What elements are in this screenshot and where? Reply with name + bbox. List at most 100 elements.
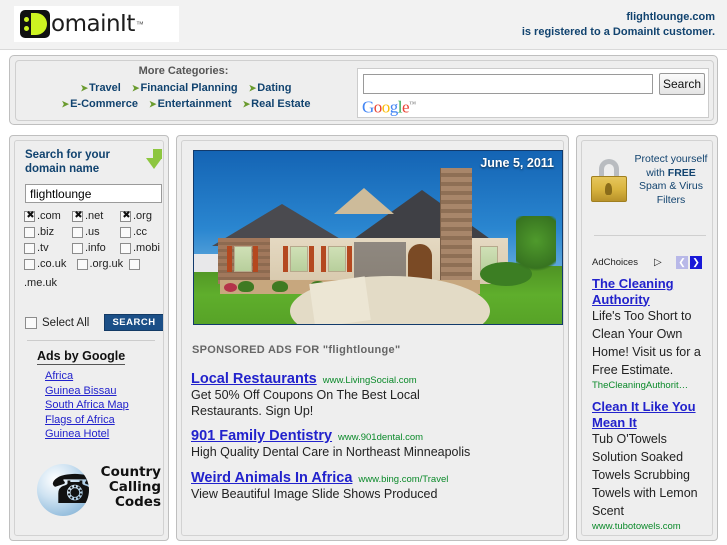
ccc-banner-text: free directory lookup!	[39, 535, 163, 536]
select-all-label: Select All	[42, 317, 90, 329]
domain-search-button[interactable]: SEARCH	[104, 314, 163, 331]
sidebar-ad-url: www.tubotowels.com	[592, 521, 681, 532]
tld-option-org[interactable]: .org	[120, 209, 163, 222]
tld-label: .mobi	[133, 242, 160, 254]
tld-option-net[interactable]: .net	[72, 209, 120, 222]
photo-shutter	[309, 246, 314, 272]
tld-option-me-uk-checkbox[interactable]	[129, 258, 163, 270]
category-link-e-commerce[interactable]: ➤E-Commerce	[62, 98, 138, 110]
checkbox-cc[interactable]	[120, 226, 131, 238]
checkbox-mobi[interactable]	[120, 242, 131, 254]
category-link-travel[interactable]: ➤Travel	[81, 82, 121, 94]
domain-name: flightlounge.com	[626, 11, 715, 23]
sidebar-ad[interactable]: Clean It Like You Mean It Tub O'Towels S…	[592, 399, 712, 532]
sponsored-ad-title[interactable]: Weird Animals In Africa	[191, 470, 352, 486]
sponsored-ad[interactable]: Local Restaurants www.LivingSocial.com G…	[191, 371, 561, 419]
checkbox-us[interactable]	[72, 226, 83, 238]
sidebar-ad-url: TheCleaningAuthorit…	[592, 380, 689, 391]
sponsored-ad-url: www.bing.com/Travel	[358, 473, 449, 485]
checkbox-tv[interactable]	[24, 242, 35, 254]
sidebar-ad-title[interactable]: The Cleaning Authority	[592, 276, 712, 307]
tld-label: .co.uk	[37, 258, 67, 270]
sponsored-ad-url: www.901dental.com	[338, 432, 424, 443]
ad-link-south-africa-map[interactable]: South Africa Map	[45, 398, 129, 413]
adchoices-bar: AdChoices ▷ ❮ ❯	[592, 256, 712, 270]
featured-house-photo: June 5, 2011	[193, 150, 563, 325]
prev-ad-button[interactable]: ❮	[676, 256, 688, 269]
sponsored-ad-title[interactable]: 901 Family Dentistry	[191, 428, 332, 444]
divider	[27, 340, 155, 341]
photo-flowers	[224, 283, 237, 292]
category-link-dating[interactable]: ➤Dating	[249, 82, 292, 94]
select-all-option[interactable]: Select All	[25, 317, 89, 329]
checkbox-net[interactable]	[72, 209, 84, 222]
lock-ad-line-2: with FREE	[630, 167, 712, 181]
google-letter: e	[402, 97, 410, 117]
sponsored-ad-title[interactable]: Local Restaurants	[191, 371, 317, 387]
ccc-line-2: Calling	[108, 479, 161, 495]
photo-tree	[516, 216, 556, 278]
padlock-icon	[590, 159, 628, 203]
sponsored-ad-description: View Beautiful Image Slide Shows Produce…	[191, 486, 438, 501]
domain-name-input[interactable]	[25, 184, 162, 203]
spam-virus-filter-ad[interactable]: Protect yourself with FREE Spam & Virus …	[588, 149, 712, 219]
next-ad-button[interactable]: ❯	[690, 256, 702, 269]
checkbox-co-uk[interactable]	[24, 258, 35, 270]
checkbox-org-uk[interactable]	[76, 258, 88, 270]
ad-link-guinea-hotel[interactable]: Guinea Hotel	[45, 427, 129, 442]
sidebar-ad-title[interactable]: Clean It Like You Mean It	[592, 399, 712, 430]
tld-option-biz[interactable]: .biz	[24, 226, 72, 238]
photo-dormer	[334, 188, 394, 214]
photo-shutter	[321, 246, 326, 272]
checkbox-biz[interactable]	[24, 226, 35, 238]
content-columns: Search for your domain name .com .net .o…	[0, 131, 727, 545]
lock-ad-with: with	[646, 166, 668, 179]
checkbox-me-uk[interactable]	[129, 258, 140, 270]
checkbox-org[interactable]	[120, 209, 132, 222]
ccc-line-1: Country	[100, 464, 161, 480]
main-content-panel: June 5, 2011 SPONSORED ADS FOR "flightlo…	[176, 135, 569, 541]
lock-ad-line-4: Filters	[656, 193, 686, 206]
sponsored-ad[interactable]: Weird Animals In Africa www.bing.com/Tra…	[191, 470, 561, 503]
checkbox-info[interactable]	[72, 242, 83, 254]
adchoices-icon[interactable]: ▷	[654, 257, 662, 268]
category-links: ➤Travel ➤Financial Planning ➤Dating ➤E-C…	[16, 80, 356, 112]
google-search-button[interactable]: Search	[659, 73, 705, 95]
globe-phone-icon: ☎	[37, 464, 89, 516]
category-link-real-estate[interactable]: ➤Real Estate	[243, 98, 311, 110]
tld-option-us[interactable]: .us	[72, 226, 120, 238]
sidebar-ad[interactable]: The Cleaning Authority Life's Too Short …	[592, 276, 712, 391]
tld-label: .tv	[37, 242, 49, 254]
ad-link-africa[interactable]: Africa	[45, 369, 129, 384]
category-label: E-Commerce	[70, 98, 138, 110]
tld-option-org-uk[interactable]: .org.uk	[76, 258, 130, 270]
ad-link-guinea-bissau[interactable]: Guinea Bissau	[45, 384, 129, 399]
domainit-logo[interactable]: omainIt ™	[14, 6, 179, 42]
logo-d-badge-icon	[20, 10, 50, 38]
sponsored-ad[interactable]: 901 Family Dentistry www.901dental.com H…	[191, 428, 561, 461]
checkbox-com[interactable]	[24, 209, 36, 222]
photo-date-stamp: June 5, 2011	[480, 156, 554, 170]
sidebar-ad-description: Tub O'Towels Solution Soaked Towels Scru…	[592, 432, 698, 518]
checkbox-select-all[interactable]	[25, 317, 37, 329]
google-search-input[interactable]	[363, 74, 653, 94]
category-link-entertainment[interactable]: ➤Entertainment	[149, 98, 232, 110]
bullet-arrow-icon: ➤	[149, 99, 157, 109]
google-letter: g	[389, 97, 399, 117]
sidebar-ad-description: Life's Too Short to Clean Your Own Home!…	[592, 309, 701, 377]
ads-by-google-heading: Ads by Google	[37, 349, 126, 365]
adchoices-label[interactable]: AdChoices	[592, 257, 638, 268]
category-link-financial-planning[interactable]: ➤Financial Planning	[132, 82, 238, 94]
tld-option-tv[interactable]: .tv	[24, 242, 72, 254]
divider	[594, 235, 706, 236]
tld-option-cc[interactable]: .cc	[120, 226, 163, 238]
country-calling-codes-ad[interactable]: ☎ Country Calling Codes free directory l…	[27, 459, 163, 536]
tld-option-info[interactable]: .info	[72, 242, 120, 254]
sponsored-ad-head: Local Restaurants www.LivingSocial.com	[191, 371, 561, 387]
domain-search-title: Search for your domain name	[25, 149, 110, 175]
tld-option-mobi[interactable]: .mobi	[120, 242, 163, 254]
tld-option-co-uk[interactable]: .co.uk	[24, 258, 77, 270]
ad-link-flags-of-africa[interactable]: Flags of Africa	[45, 413, 129, 428]
tld-option-com[interactable]: .com	[24, 209, 72, 222]
sponsored-ad-head: Weird Animals In Africa www.bing.com/Tra…	[191, 470, 561, 486]
